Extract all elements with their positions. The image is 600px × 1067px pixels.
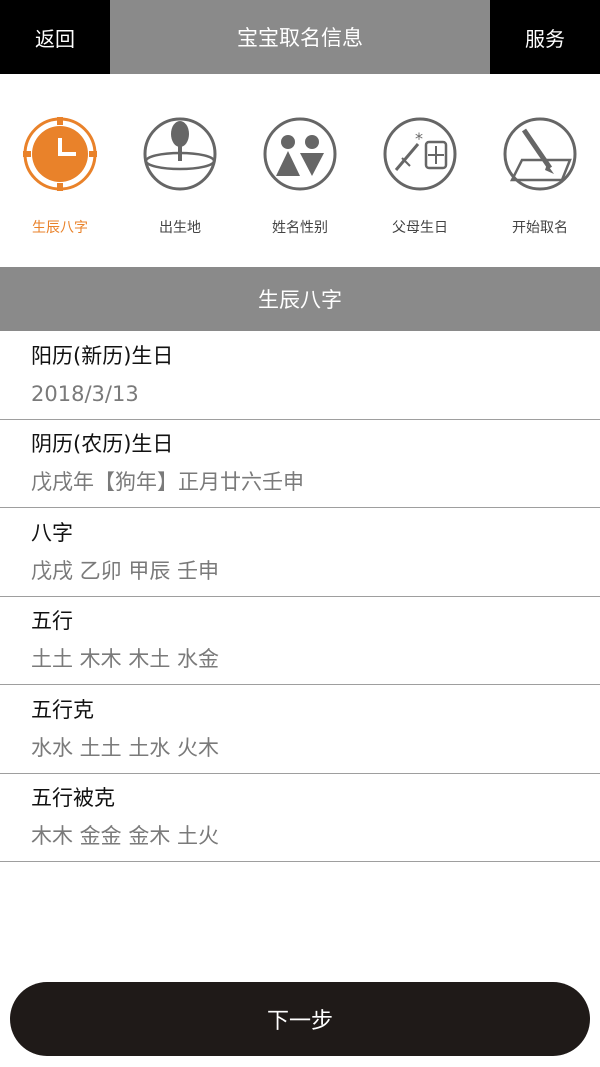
info-row-wuxing-ke: 五行克 水水 土土 土水 火木	[0, 685, 600, 774]
service-button[interactable]: 服务	[490, 0, 600, 74]
info-value: 木木 金金 金木 土火	[31, 824, 220, 849]
step-label: 生辰八字	[32, 220, 88, 236]
map-pin-icon	[142, 116, 218, 192]
info-value: 土土 木木 木土 水金	[31, 647, 220, 672]
step-start-naming[interactable]: 开始取名	[480, 112, 600, 237]
page: 返回 宝宝取名信息 服务 生辰八字 出生地 姓名性别 * 父母生日 开始取名 生…	[0, 0, 600, 1067]
info-label: 八字	[31, 520, 73, 545]
info-row-wuxing: 五行 土土 木木 木土 水金	[0, 597, 600, 685]
step-name-gender[interactable]: 姓名性别	[240, 112, 360, 237]
step-label: 开始取名	[512, 220, 568, 236]
info-row-solar-birthday: 阳历(新历)生日 2018/3/13	[0, 331, 600, 420]
step-parents-birthday[interactable]: * 父母生日	[360, 112, 480, 237]
step-label: 姓名性别	[272, 220, 328, 236]
section-header: 生辰八字	[0, 267, 600, 331]
calendar-icon: *	[382, 116, 458, 192]
info-value: 水水 土土 土水 火木	[31, 735, 220, 760]
back-button[interactable]: 返回	[0, 0, 110, 74]
step-label: 出生地	[159, 220, 201, 236]
page-title: 宝宝取名信息	[110, 0, 490, 74]
info-label: 阴历(农历)生日	[31, 432, 174, 457]
clock-icon	[22, 116, 98, 192]
info-value: 戊戌年【狗年】正月廿六壬申	[31, 470, 304, 495]
info-label: 阳历(新历)生日	[31, 343, 174, 368]
step-bar: 生辰八字 出生地 姓名性别 * 父母生日 开始取名	[0, 112, 600, 242]
info-label: 五行克	[31, 697, 94, 722]
gender-icon	[262, 116, 338, 192]
step-birth-time[interactable]: 生辰八字	[0, 112, 120, 237]
info-row-lunar-birthday: 阴历(农历)生日 戊戌年【狗年】正月廿六壬申	[0, 420, 600, 508]
step-label: 父母生日	[392, 220, 448, 236]
svg-text:*: *	[415, 129, 423, 148]
info-value: 2018/3/13	[31, 381, 139, 406]
info-row-wuxing-beike: 五行被克 木木 金金 金木 土火	[0, 774, 600, 862]
info-list: 阳历(新历)生日 2018/3/13 阴历(农历)生日 戊戌年【狗年】正月廿六壬…	[0, 331, 600, 862]
top-bar: 返回 宝宝取名信息 服务	[0, 0, 600, 74]
step-birthplace[interactable]: 出生地	[120, 112, 240, 237]
info-label: 五行被克	[31, 786, 115, 811]
pen-icon	[502, 116, 578, 192]
next-step-button[interactable]: 下一步	[10, 982, 590, 1056]
info-row-bazi: 八字 戊戌 乙卯 甲辰 壬申	[0, 508, 600, 597]
info-value: 戊戌 乙卯 甲辰 壬申	[31, 558, 220, 583]
info-label: 五行	[31, 609, 73, 634]
